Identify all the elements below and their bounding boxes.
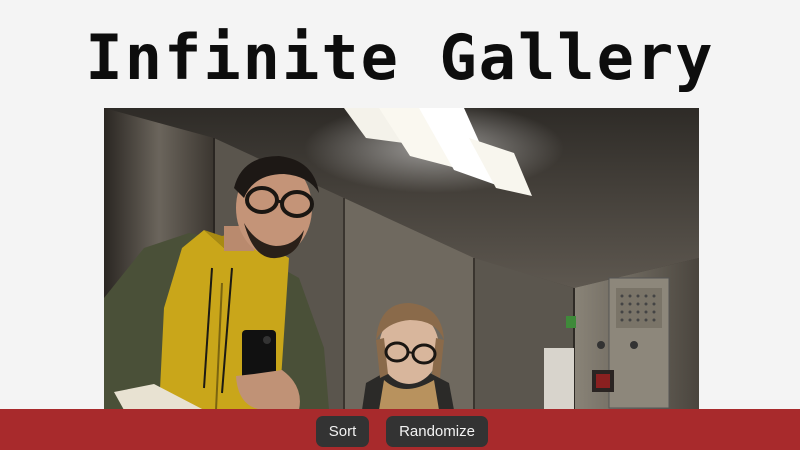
bottom-toolbar: Sort Randomize [0,409,800,450]
gallery-page: Infinite Gallery Sort Randomize [0,0,800,450]
randomize-button[interactable]: Randomize [386,416,488,447]
gallery-photo-image [104,108,699,410]
sort-button[interactable]: Sort [316,416,369,447]
gallery-photo [104,108,699,410]
page-title: Infinite Gallery [85,21,715,94]
